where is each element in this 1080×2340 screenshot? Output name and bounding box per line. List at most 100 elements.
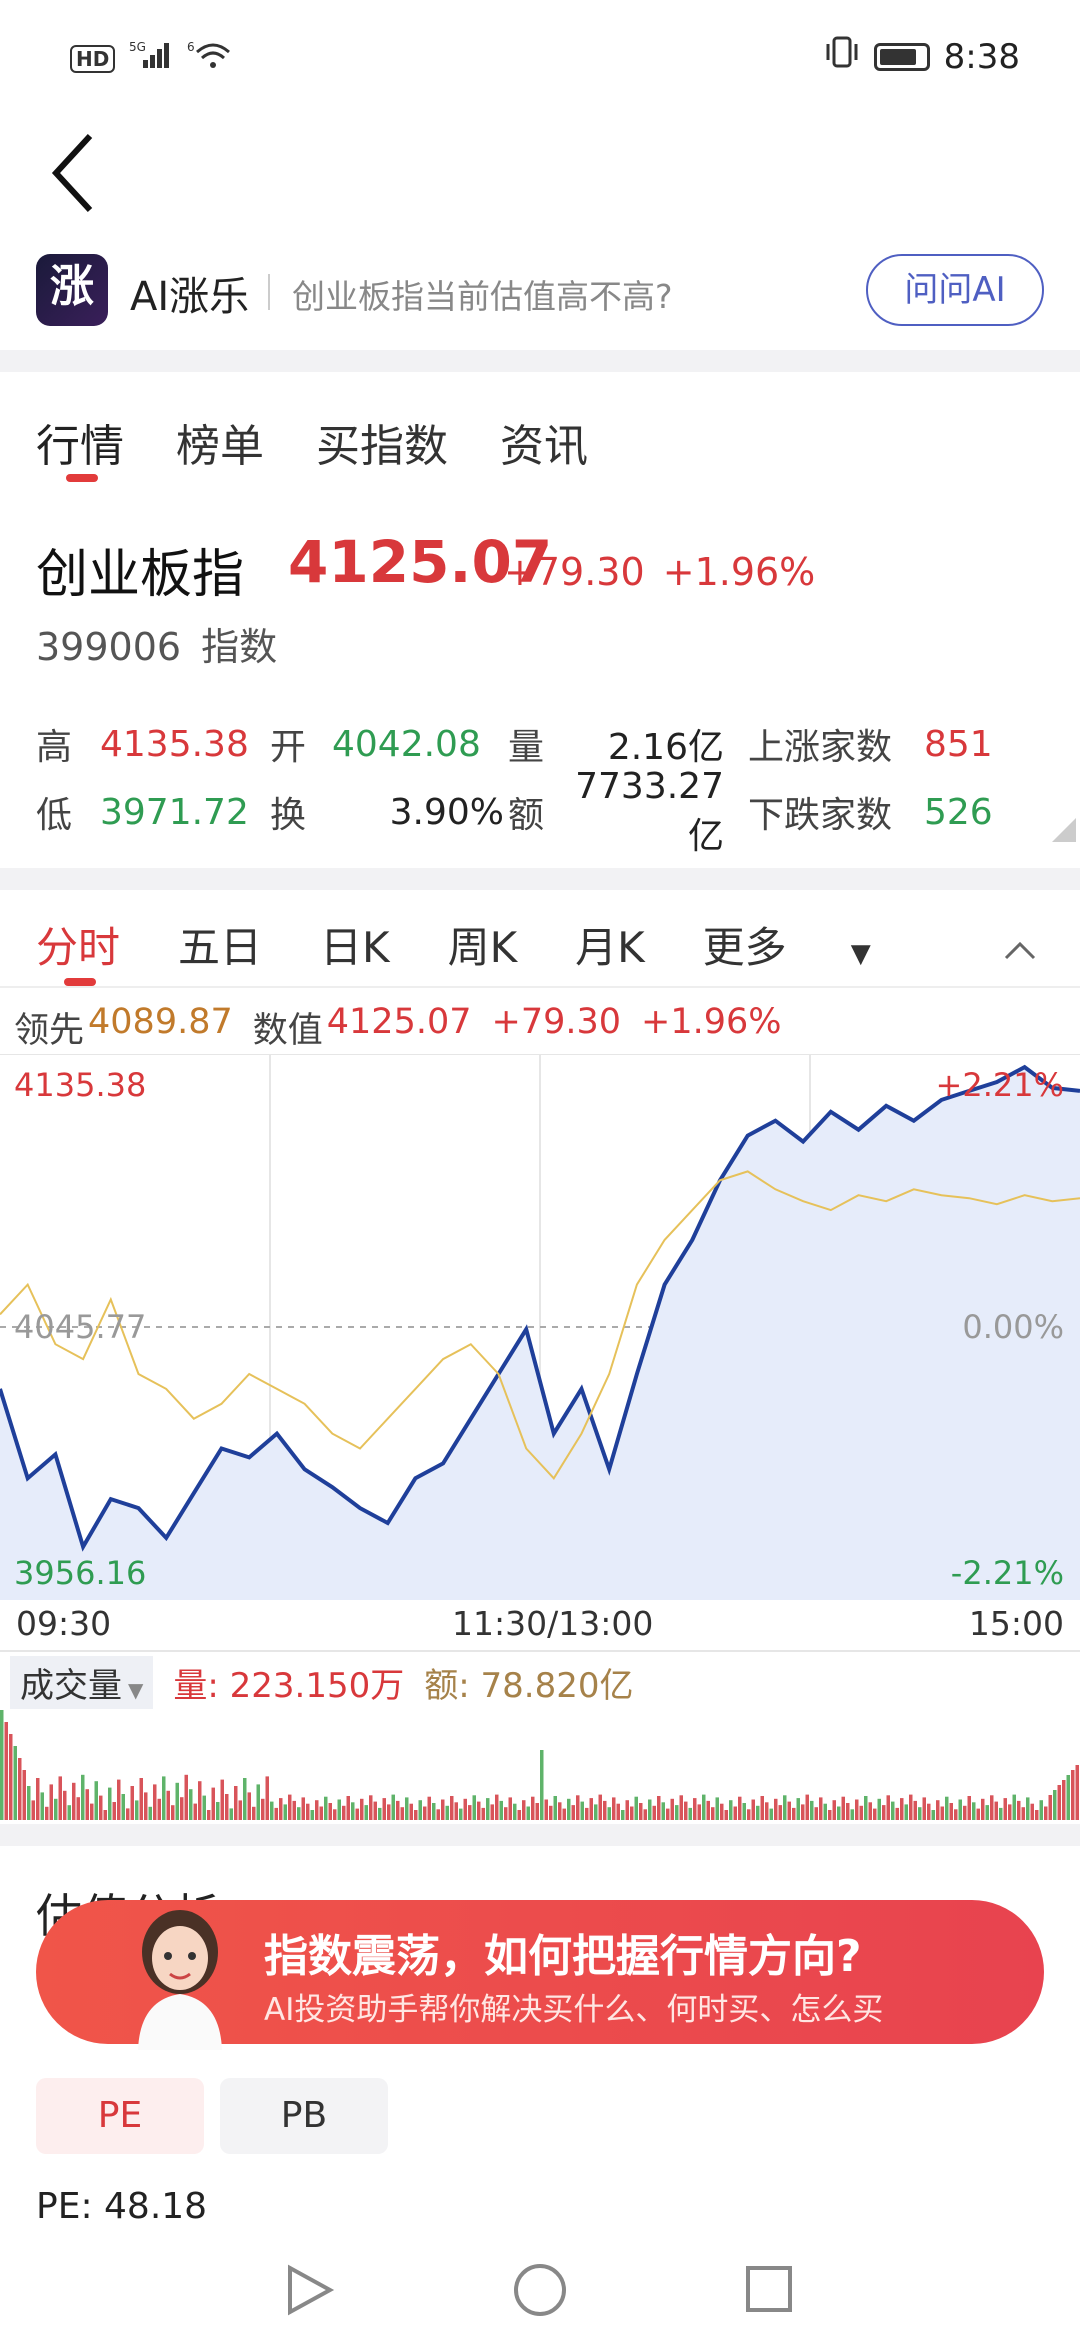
volume-bar <box>814 1807 818 1820</box>
volume-bar <box>828 1810 832 1820</box>
volume-bar <box>643 1809 647 1820</box>
volume-bar <box>819 1797 823 1820</box>
volume-bar <box>423 1806 427 1820</box>
volume-bar <box>621 1810 625 1820</box>
volume-bar <box>1075 1765 1079 1820</box>
volume-bar <box>387 1804 391 1820</box>
volume-bar <box>859 1805 863 1820</box>
tab-five-day[interactable]: 五日 <box>178 914 262 975</box>
volume-bar <box>202 1795 206 1820</box>
tab-more[interactable]: 更多 ▼ <box>703 914 929 975</box>
volume-bar <box>481 1807 485 1820</box>
volume-bar <box>135 1800 139 1820</box>
battery-icon <box>873 42 930 71</box>
volume-bar <box>733 1806 737 1820</box>
index-name: 创业板指 <box>36 545 245 605</box>
volume-bar <box>121 1794 125 1820</box>
volume-bar <box>999 1807 1003 1820</box>
assistant-avatar <box>138 1910 222 2050</box>
volume-bar <box>427 1796 431 1820</box>
intraday-chart[interactable]: 4135.38 4045.77 3956.16 +2.21% 0.00% -2.… <box>0 1054 1080 1600</box>
volume-bar <box>886 1795 890 1820</box>
volume-bar <box>652 1805 656 1820</box>
volume-bar <box>27 1786 31 1820</box>
volume-bar <box>909 1794 913 1820</box>
tab-intraday[interactable]: 分时 <box>36 914 120 975</box>
vibrate-icon <box>824 36 860 77</box>
up-count-label: 上涨家数 <box>748 727 893 768</box>
volume-bar <box>391 1794 395 1820</box>
tab-quote[interactable]: 行情 <box>36 410 124 474</box>
volume-bar <box>949 1803 953 1820</box>
volume-bar <box>229 1808 233 1820</box>
volume-bar <box>36 1778 40 1820</box>
volume-bar <box>747 1809 751 1820</box>
tab-news[interactable]: 资讯 <box>500 410 588 474</box>
volume-bar <box>319 1806 323 1820</box>
pb-tab-button[interactable]: PB <box>220 2078 388 2154</box>
volume-bar <box>787 1801 791 1820</box>
section-divider-3 <box>0 1824 1080 1846</box>
volume-bar <box>679 1795 683 1820</box>
volume-bar <box>67 1805 71 1820</box>
volume-bar <box>310 1810 314 1820</box>
tab-monthly-k[interactable]: 月K <box>575 914 645 975</box>
volume-bar <box>1008 1804 1012 1820</box>
signal-icon: 5G <box>129 40 173 77</box>
lead-value: 4089.87 <box>88 1002 233 1042</box>
volume-bar <box>751 1799 755 1820</box>
volume-bar <box>495 1794 499 1820</box>
tab-weekly-k[interactable]: 周K <box>448 914 518 975</box>
expand-corner-icon[interactable] <box>1052 818 1076 842</box>
volume-bar <box>72 1782 76 1820</box>
volume-bar <box>1003 1798 1007 1820</box>
volume-bar <box>967 1796 971 1820</box>
dropdown-arrow-icon: ▼ <box>128 1678 144 1702</box>
volume-bar <box>549 1805 553 1820</box>
volume-bar <box>441 1799 445 1820</box>
tab-buy-index[interactable]: 买指数 <box>316 410 448 474</box>
volume-bar <box>904 1804 908 1820</box>
volume-bar <box>31 1800 35 1820</box>
stats-row-2: 低 3971.72 换 3.90% 额 7733.27亿 下跌家数 526 <box>36 766 1056 857</box>
nav-recent-icon[interactable] <box>746 2266 792 2312</box>
divider <box>268 274 270 310</box>
back-arrow-icon[interactable] <box>48 120 108 220</box>
volume-bar <box>981 1798 985 1820</box>
ai-question[interactable]: 创业板指当前估值高不高? <box>292 270 673 318</box>
volume-bar <box>283 1804 287 1820</box>
legend-change-pct: +1.96% <box>641 1002 782 1042</box>
ai-title: AI涨乐 <box>130 274 250 320</box>
pct-label-high: +2.21% <box>936 1066 1064 1104</box>
volume-bar <box>1039 1800 1043 1820</box>
pe-tab-button[interactable]: PE <box>36 2078 204 2154</box>
value-value: 4125.07 <box>326 1002 472 1042</box>
volume-label: 量 <box>508 727 545 768</box>
volume-bar <box>256 1784 260 1820</box>
volume-bar <box>360 1798 364 1820</box>
volume-bar <box>634 1796 638 1820</box>
tab-ranking[interactable]: 榜单 <box>176 410 264 474</box>
volume-bar <box>702 1794 706 1820</box>
volume-bar <box>760 1796 764 1820</box>
volume-bar <box>720 1803 724 1820</box>
volume-bar <box>477 1801 481 1820</box>
volume-bar <box>148 1806 152 1820</box>
tab-daily-k[interactable]: 日K <box>320 914 390 975</box>
volume-bar <box>535 1803 539 1820</box>
volume-bar <box>1044 1806 1048 1820</box>
volume-bar <box>963 1805 967 1820</box>
nav-home-icon[interactable] <box>514 2264 566 2316</box>
volume-bar <box>522 1800 526 1820</box>
collapse-chevron-icon[interactable] <box>1000 930 1040 970</box>
volume-bar <box>346 1796 350 1820</box>
nav-back-icon[interactable] <box>288 2264 335 2316</box>
volume-bar <box>585 1807 589 1820</box>
volume-bar <box>715 1797 719 1820</box>
y-label-high: 4135.38 <box>14 1066 146 1104</box>
volume-bar <box>108 1787 112 1820</box>
volume-bar <box>459 1808 463 1820</box>
volume-bar <box>517 1810 521 1820</box>
ask-ai-button[interactable]: 问问AI <box>866 254 1044 326</box>
main-tabs: 行情 榜单 买指数 资讯 <box>36 410 588 474</box>
